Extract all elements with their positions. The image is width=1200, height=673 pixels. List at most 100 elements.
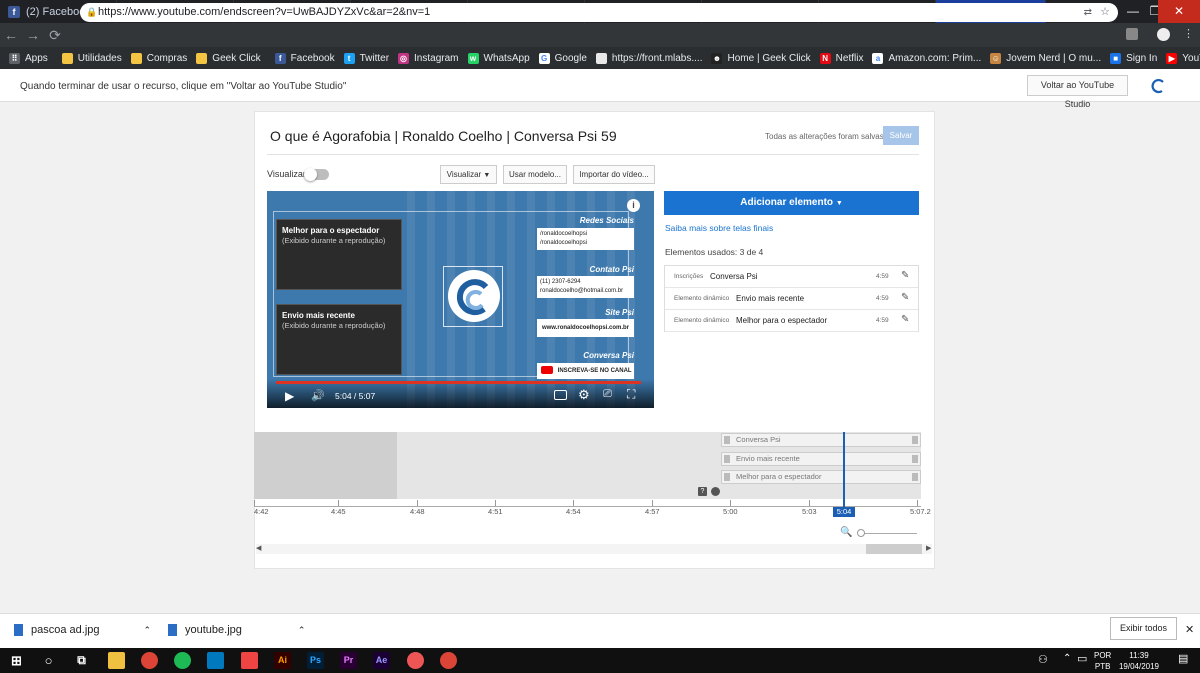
chevron-up-icon[interactable]: ⌃ [144,625,152,636]
subscribe-element[interactable] [443,266,503,327]
scroll-left-arrow-icon[interactable]: ◀ [256,544,261,552]
after-effects-icon[interactable]: Ae [373,652,390,669]
chevron-up-icon[interactable]: ⌃ [298,625,306,636]
cast-icon[interactable]: ⎚ [603,388,612,401]
chevron-up-icon[interactable]: ⌃ [1063,653,1071,664]
preview-dropdown[interactable]: Visualizar ▼ [440,165,497,184]
edit-pencil-icon[interactable]: ✎ [901,270,909,281]
bookmark[interactable]: ☺ Jovem Nerd | O mu... [990,52,1101,64]
chrome-icon[interactable] [440,652,457,669]
bookmark[interactable]: f Facebook [274,52,335,64]
import-video-button[interactable]: Importar do vídeo... [573,165,655,184]
bookmark[interactable]: https://front.mlabs.... [595,52,702,64]
save-button[interactable]: Salvar [883,126,919,145]
track-handle-right[interactable] [912,473,918,481]
task-view-icon[interactable]: ⧉ [73,652,90,669]
people-icon[interactable]: ⚇ [1038,653,1048,666]
bookmark[interactable]: ☻ Home | Geek Click [711,52,811,64]
bookmark[interactable]: ◎ Instagram [398,52,459,64]
tick-mark [495,500,496,506]
timeline-scrollbar[interactable] [256,544,932,554]
bookmark[interactable]: ■ Sign In [1110,52,1157,64]
info-icon[interactable]: i [627,199,640,212]
element-row[interactable]: Elemento dinâmico Envio mais recente 4:59 ✎ [665,288,918,310]
network-icon[interactable]: ▭ [1077,652,1087,665]
social-facebook: /ronaldocoelhopsi [540,231,588,237]
bookmark[interactable]: Geek Click [196,52,261,64]
help-icon[interactable]: ? [698,487,707,496]
bookmark[interactable]: ▶ YouTube [1166,52,1200,64]
use-template-button[interactable]: Usar modelo... [503,165,567,184]
timeline-track[interactable]: Melhor para o espectador [721,470,921,484]
notification-icon[interactable]: ▤ [1178,652,1188,665]
bookmark[interactable]: G Google [538,52,587,64]
volume-icon[interactable]: 🔊 [311,389,325,402]
element-row[interactable]: Inscrições Conversa Psi 4:59 ✎ [665,266,918,288]
bookmark[interactable]: ⠿ Apps [9,52,48,64]
keyboard-code: PTB [1094,662,1111,671]
forward-arrow-icon[interactable]: → [22,27,44,43]
app-icon[interactable] [407,652,424,669]
play-icon[interactable]: ▶ [285,389,294,403]
element-type: Elemento dinâmico [674,317,730,324]
premiere-icon[interactable]: Pr [340,652,357,669]
back-to-studio-button[interactable]: Voltar ao YouTube Studio [1027,75,1128,109]
settings-icon[interactable]: ⚙ [578,387,590,403]
zoom-slider-knob[interactable] [857,529,865,537]
illustrator-icon[interactable]: Ai [274,652,291,669]
download-item[interactable]: youtube.jpg ⌃ [168,624,305,636]
bookmark[interactable]: a Amazon.com: Prim... [872,52,981,64]
track-handle-left[interactable] [724,454,730,463]
download-item[interactable]: pascoa ad.jpg ⌃ [14,624,151,636]
track-handle-left[interactable] [724,436,730,444]
chrome-icon[interactable] [141,652,158,669]
learn-more-link[interactable]: Saiba mais sobre telas finais [665,223,773,233]
zoom-icon: 🔍 [840,527,853,538]
trello-icon[interactable] [207,652,224,669]
scroll-right-arrow-icon[interactable]: ▶ [926,544,931,552]
fullscreen-icon[interactable]: ⛶ [627,387,635,402]
bookmark[interactable]: t Twitter [343,52,389,64]
app-icon[interactable] [241,652,258,669]
close-window-button[interactable]: ✕ [1158,0,1200,23]
profile-avatar[interactable] [1157,28,1170,41]
track-handle-left[interactable] [724,473,730,481]
element-row[interactable]: Elemento dinâmico Melhor para o espectado… [665,310,918,332]
clock[interactable]: 11:39 19/04/2019 [1117,650,1161,672]
track-handle-right[interactable] [912,454,918,463]
timeline-track[interactable]: Envio mais recente [721,451,921,466]
reload-icon[interactable]: ⟳ [44,27,66,44]
bookmark[interactable]: N Netflix [819,52,863,64]
show-all-downloads-button[interactable]: Exibir todos [1110,617,1177,640]
subtitles-icon[interactable] [554,390,567,400]
bookmark[interactable]: Utilidades [61,52,122,64]
edit-pencil-icon[interactable]: ✎ [901,292,909,303]
preview-toggle[interactable] [304,168,329,181]
element-recent-upload[interactable]: Envio mais recente (Exibido durante a re… [276,304,402,375]
bookmark[interactable]: Compras [130,52,187,64]
extension-icon[interactable] [1126,28,1138,40]
back-arrow-icon[interactable]: ← [0,27,22,43]
element-type: Inscrições [674,273,704,280]
photoshop-icon[interactable]: Ps [307,652,324,669]
language-indicator[interactable]: POR PTB [1094,650,1111,672]
add-element-button[interactable]: Adicionar elemento ▼ [664,191,919,215]
translate-icon[interactable]: ⇄ [1084,3,1092,22]
edit-pencil-icon[interactable]: ✎ [901,314,909,325]
track-handle-right[interactable] [912,436,918,444]
playhead[interactable] [843,432,845,510]
menu-icon[interactable]: ⋮ [1183,27,1194,40]
star-icon[interactable]: ☆ [1100,3,1110,22]
trim-handle-icon[interactable] [711,487,720,496]
explorer-icon[interactable] [108,652,125,669]
spotify-icon[interactable] [174,652,191,669]
windows-start-icon[interactable]: ⊞ [8,652,25,669]
timeline-track[interactable]: Conversa Psi [721,433,921,447]
element-best-for-viewer[interactable]: Melhor para o espectador (Exibido durant… [276,219,402,290]
timeline-scrollbar-thumb[interactable] [866,544,922,554]
bookmark[interactable]: w WhatsApp [467,52,530,64]
progress-bar[interactable] [276,381,641,384]
cortana-icon[interactable]: ○ [40,652,57,669]
close-downloads-icon[interactable]: ✕ [1185,623,1194,636]
url-field[interactable]: 🔒 https://www.youtube.com/endscreen?v=Uw… [80,3,1118,22]
